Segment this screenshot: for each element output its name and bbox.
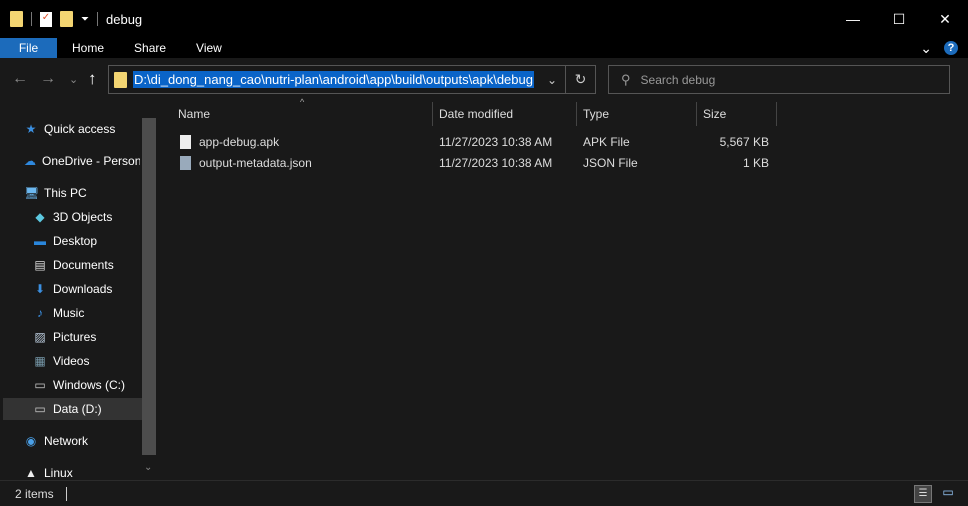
linux-icon: ▲ — [25, 466, 37, 480]
sidebar-item-music[interactable]: ♪ Music — [0, 302, 140, 324]
cloud-icon: ☁ — [24, 154, 36, 168]
close-button[interactable]: ✕ — [922, 0, 968, 38]
divider — [97, 12, 98, 26]
sidebar-item-label: This PC — [44, 186, 87, 200]
status-bar: 2 items ☰ ▭ — [0, 480, 968, 506]
sidebar-item-label: Network — [44, 434, 89, 448]
folder-icon — [114, 71, 127, 88]
sidebar-item-label: Desktop — [53, 234, 98, 248]
sidebar-item-data-d[interactable]: ▭ Data (D:) — [3, 398, 143, 420]
sidebar-item-label: Videos — [53, 354, 90, 368]
sidebar-item-label: Music — [53, 306, 85, 320]
json-file-icon — [180, 156, 191, 170]
help-icon[interactable]: ? — [944, 41, 958, 55]
file-date: 11/27/2023 10:38 AM — [439, 156, 553, 170]
sidebar-item-label: Quick access — [44, 122, 116, 136]
tab-view[interactable]: View — [181, 38, 237, 58]
column-divider[interactable] — [696, 102, 697, 126]
address-input[interactable]: D:\di_dong_nang_cao\nutri-plan\android\a… — [133, 71, 534, 88]
tab-share[interactable]: Share — [119, 38, 181, 58]
file-name[interactable]: output-metadata.json — [199, 156, 312, 170]
file-date: 11/27/2023 10:38 AM — [439, 135, 553, 149]
sort-ascending-icon: ^ — [300, 97, 305, 107]
desktop-icon: ▬ — [34, 234, 46, 248]
back-button[interactable]: ← — [12, 70, 28, 88]
address-dropdown-button[interactable]: ⌄ — [547, 73, 557, 87]
sidebar-item-windows-c[interactable]: ▭ Windows (C:) — [0, 374, 140, 396]
file-icon — [180, 135, 191, 149]
column-divider[interactable] — [432, 102, 433, 126]
column-header-date[interactable]: Date modified — [439, 102, 513, 126]
column-header-type[interactable]: Type — [583, 102, 609, 126]
network-icon: ◉ — [25, 434, 37, 448]
drive-icon: ▭ — [34, 402, 46, 416]
sidebar-item-documents[interactable]: ▤ Documents — [0, 254, 140, 276]
sidebar-item-label: 3D Objects — [53, 210, 113, 224]
video-icon: ▦ — [34, 354, 46, 368]
tab-home[interactable]: Home — [57, 38, 119, 58]
sidebar-item-label: Linux — [44, 466, 73, 480]
large-icons-view-button[interactable]: ▭ — [940, 485, 956, 501]
sidebar-item-pictures[interactable]: ▨ Pictures — [0, 326, 140, 348]
up-button[interactable]: ↑ — [88, 69, 97, 89]
sidebar-item-network[interactable]: ◉ Network — [0, 430, 140, 452]
search-input[interactable]: Search debug — [641, 73, 716, 87]
star-icon: ★ — [25, 122, 37, 136]
properties-icon[interactable]: ✓ — [40, 11, 52, 27]
maximize-button[interactable]: ☐ — [876, 0, 922, 38]
music-icon: ♪ — [37, 306, 43, 320]
refresh-button[interactable]: ↻ — [565, 66, 595, 93]
recent-locations-button[interactable]: ⌄ — [69, 73, 78, 86]
column-header-name[interactable]: Name — [178, 102, 210, 126]
computer-icon: 🖥 — [24, 186, 40, 200]
sidebar-item-label: OneDrive - Personal — [42, 154, 140, 168]
file-size: 1 KB — [742, 156, 769, 170]
sidebar-item-label: Windows (C:) — [53, 378, 126, 392]
search-box[interactable]: ⚲ Search debug — [608, 65, 950, 94]
drive-icon: ▭ — [34, 378, 46, 392]
sidebar-item-label: Pictures — [53, 330, 97, 344]
sidebar-item-quick-access[interactable]: ★ Quick access — [0, 118, 140, 140]
address-bar[interactable]: D:\di_dong_nang_cao\nutri-plan\android\a… — [108, 65, 596, 94]
cube-icon: ◆ — [35, 210, 45, 224]
divider — [65, 486, 67, 501]
customize-toolbar-icon[interactable]: ⏷ — [81, 14, 89, 25]
sidebar-item-onedrive-personal[interactable]: ☁ OneDrive - Personal — [0, 150, 140, 172]
forward-button[interactable]: → — [40, 70, 56, 88]
search-icon: ⚲ — [621, 71, 631, 87]
minimize-button[interactable]: — — [830, 0, 876, 38]
expand-ribbon-icon[interactable]: ⌄ — [920, 40, 932, 57]
sidebar-item-3d-objects[interactable]: ◆ 3D Objects — [0, 206, 140, 228]
ribbon-tabs: File Home Share View ⌄ ? — [0, 38, 968, 58]
navigation-pane: ★ Quick access ☁ OneDrive - Personal 🖥 This P… — [0, 100, 158, 480]
scroll-down-arrow[interactable]: ⌄ — [144, 462, 152, 473]
sidebar-item-label: Downloads — [53, 282, 113, 296]
file-name[interactable]: app-debug.apk — [199, 135, 279, 149]
sidebar-item-downloads[interactable]: ⬇ Downloads — [0, 278, 140, 300]
sidebar-item-label: Data (D:) — [53, 402, 102, 416]
sidebar-item-videos[interactable]: ▦ Videos — [0, 350, 140, 372]
item-count: 2 items — [15, 486, 54, 501]
document-icon: ▤ — [34, 258, 46, 272]
file-type: APK File — [583, 135, 630, 149]
column-divider[interactable] — [576, 102, 577, 126]
column-divider[interactable] — [776, 102, 777, 126]
divider — [31, 12, 32, 26]
sidebar-item-this-pc[interactable]: 🖥 This PC — [0, 182, 140, 204]
title-bar: ✓ ⏷ debug — ☐ ✕ — [0, 0, 968, 38]
sidebar-scroll-thumb[interactable] — [142, 118, 156, 455]
column-header-size[interactable]: Size — [703, 102, 726, 126]
sidebar-item-desktop[interactable]: ▬ Desktop — [0, 230, 140, 252]
file-type: JSON File — [583, 156, 638, 170]
picture-icon: ▨ — [34, 330, 46, 344]
sidebar-item-label: Documents — [53, 258, 114, 272]
file-size: 5,567 KB — [719, 135, 769, 149]
window-title: debug — [106, 11, 143, 27]
tab-file[interactable]: File — [0, 38, 57, 58]
new-folder-icon[interactable] — [60, 11, 73, 27]
folder-icon — [10, 11, 23, 27]
download-icon: ⬇ — [34, 282, 46, 296]
details-view-button[interactable]: ☰ — [914, 485, 932, 503]
